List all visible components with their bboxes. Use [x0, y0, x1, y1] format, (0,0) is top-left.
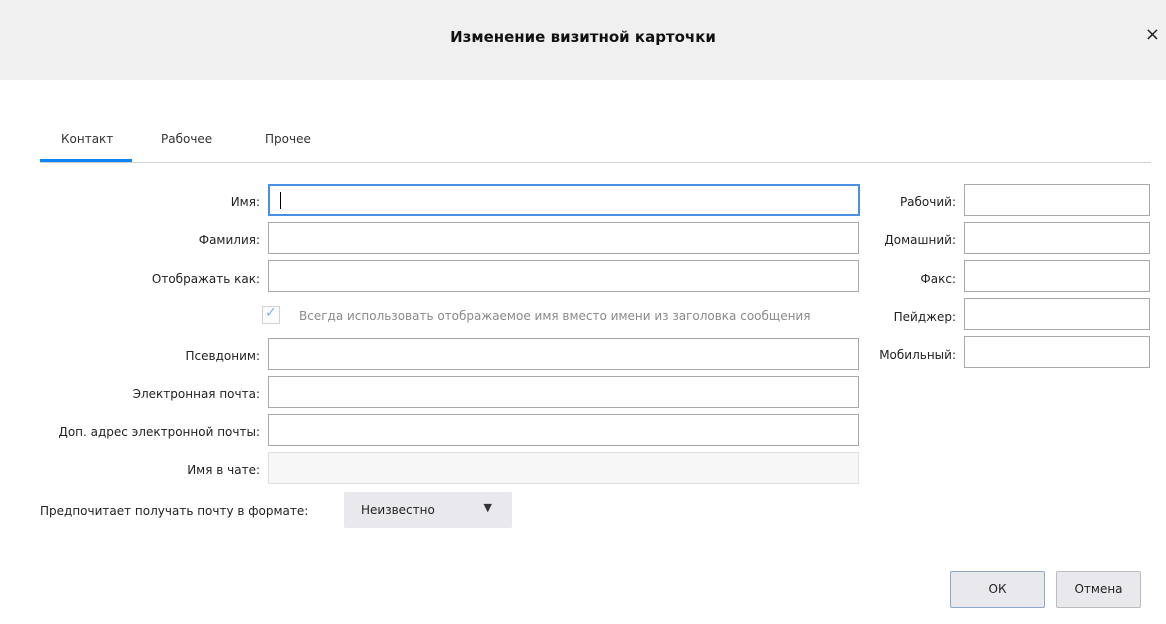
display-name-input[interactable] — [268, 260, 859, 292]
tab-contact[interactable]: Контакт — [39, 132, 133, 162]
email-input[interactable] — [268, 376, 859, 408]
first-name-label: Имя: — [230, 195, 260, 209]
pager-input[interactable] — [964, 298, 1150, 330]
chat-name-input[interactable] — [268, 452, 859, 484]
first-name-input[interactable] — [268, 184, 860, 216]
chat-name-label: Имя в чате: — [187, 463, 260, 477]
close-icon[interactable]: × — [1145, 24, 1160, 45]
tab-other[interactable]: Прочее — [265, 132, 311, 146]
tab-work[interactable]: Рабочее — [161, 132, 212, 146]
mail-format-select[interactable]: Неизвестно ▼ — [344, 492, 512, 528]
mobile-phone-input[interactable] — [964, 336, 1150, 368]
additional-email-label: Доп. адрес электронной почты: — [58, 425, 260, 439]
always-use-display-name-label: Всегда использовать отображаемое имя вме… — [299, 309, 811, 323]
home-phone-input[interactable] — [964, 222, 1150, 254]
tab-bar: Контакт Рабочее Прочее — [39, 120, 1151, 163]
checkmark-icon: ✓ — [265, 305, 277, 321]
cancel-button[interactable]: Отмена — [1056, 571, 1141, 608]
email-label: Электронная почта: — [132, 387, 260, 401]
nickname-input[interactable] — [268, 338, 859, 370]
chevron-down-icon: ▼ — [483, 501, 492, 514]
fax-input[interactable] — [964, 260, 1150, 292]
work-phone-label: Рабочий: — [899, 195, 956, 209]
display-name-label: Отображать как: — [151, 272, 260, 286]
text-caret — [280, 192, 281, 209]
mail-format-label: Предпочитает получать почту в формате: — [40, 504, 309, 518]
title-bar: Изменение визитной карточки × — [0, 0, 1166, 80]
home-phone-label: Домашний: — [884, 233, 956, 247]
always-use-display-name-checkbox[interactable]: ✓ — [262, 305, 280, 324]
work-phone-input[interactable] — [964, 184, 1150, 216]
nickname-label: Псевдоним: — [185, 349, 260, 363]
last-name-input[interactable] — [268, 222, 859, 254]
last-name-label: Фамилия: — [198, 233, 260, 247]
pager-label: Пейджер: — [893, 310, 956, 324]
mobile-phone-label: Мобильный: — [879, 348, 956, 362]
mail-format-value: Неизвестно — [361, 503, 435, 517]
dialog-title: Изменение визитной карточки — [450, 28, 716, 46]
ok-button[interactable]: ОК — [950, 571, 1045, 608]
fax-label: Факс: — [920, 272, 956, 286]
additional-email-input[interactable] — [268, 414, 859, 446]
